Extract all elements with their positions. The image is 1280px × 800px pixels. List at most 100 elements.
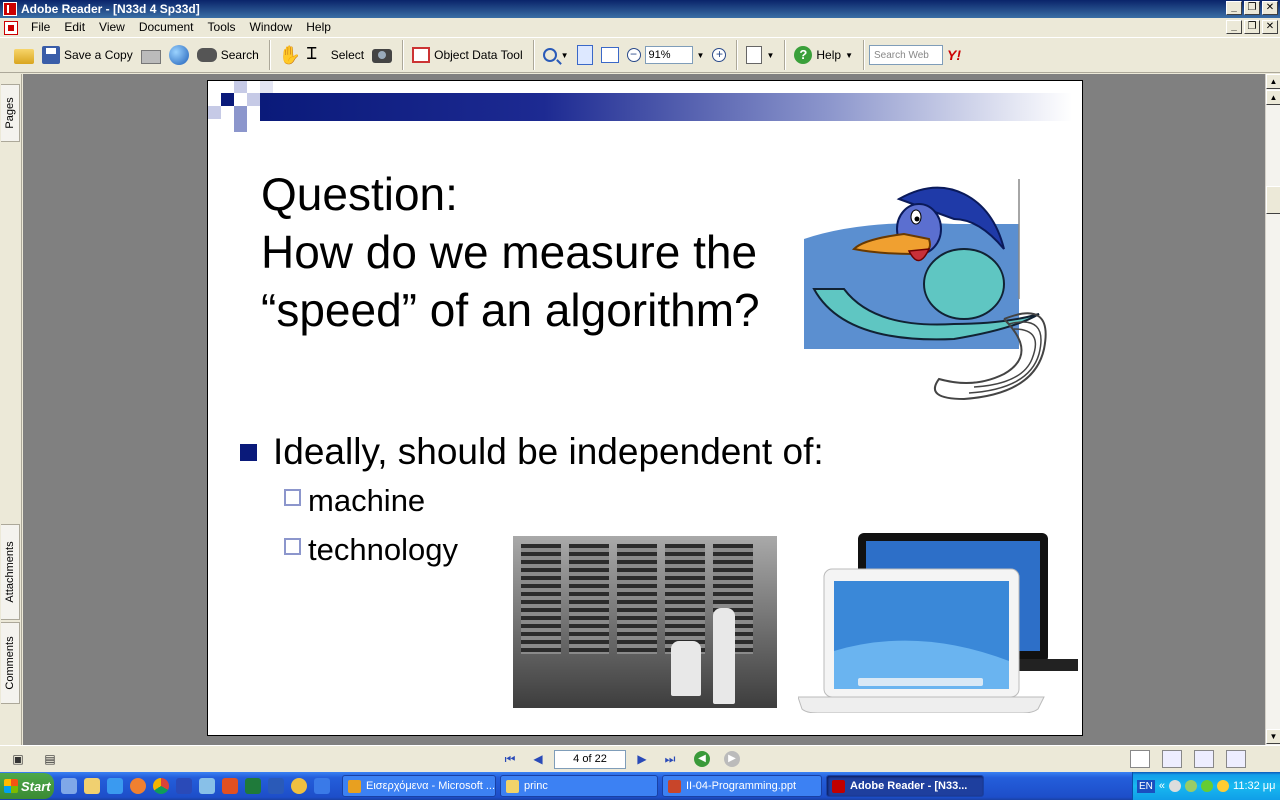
menu-edit[interactable]: Edit bbox=[57, 18, 92, 37]
restore-button[interactable]: ❐ bbox=[1244, 1, 1260, 15]
tab-pages[interactable]: Pages bbox=[1, 84, 20, 142]
previous-page-button[interactable]: ◀ bbox=[528, 749, 548, 769]
tab-comments[interactable]: Comments bbox=[1, 622, 20, 704]
last-page-button[interactable]: ⏭ bbox=[660, 749, 680, 769]
doc-restore-button[interactable]: ❐ bbox=[1244, 20, 1260, 34]
printer-icon bbox=[140, 50, 161, 64]
minimize-button[interactable]: _ bbox=[1226, 1, 1242, 15]
hollow-bullet-icon bbox=[284, 488, 301, 506]
quicklaunch-icon[interactable] bbox=[176, 778, 192, 794]
help-toolbar: ? Help ▼ bbox=[785, 40, 861, 70]
panel-toggle-button[interactable]: ▣ bbox=[8, 749, 28, 769]
zoom-out-button[interactable]: − bbox=[623, 42, 645, 68]
hand-tool-button[interactable]: ✋ bbox=[275, 42, 303, 68]
quicklaunch-icon[interactable] bbox=[84, 778, 100, 794]
email-button[interactable] bbox=[165, 42, 193, 68]
select-tool-button[interactable]: Ꮖ Select bbox=[303, 42, 368, 68]
photo-panel bbox=[617, 544, 657, 654]
document-icon[interactable] bbox=[4, 20, 18, 35]
adobe-reader-icon bbox=[832, 779, 845, 793]
tray-app-icon[interactable] bbox=[1201, 780, 1214, 792]
object-data-tool-button[interactable]: Object Data Tool bbox=[408, 42, 527, 68]
page-size-button[interactable]: ▤ bbox=[40, 749, 60, 769]
task-outlook[interactable]: Εισερχόμενα - Microsoft ... bbox=[342, 775, 496, 797]
save-copy-button[interactable]: Save a Copy bbox=[38, 42, 137, 68]
single-page-layout-button[interactable] bbox=[1130, 750, 1150, 768]
title-bar: Adobe Reader - [N33d 4 Sp33d] _ ❐ ✕ bbox=[0, 0, 1280, 18]
scrollbar-thumb[interactable] bbox=[1266, 186, 1280, 214]
scroll-down-button[interactable]: ▼ bbox=[1266, 729, 1280, 744]
facing-layout-button[interactable] bbox=[1226, 750, 1246, 768]
rotate-button[interactable]: ▼ bbox=[742, 42, 778, 68]
doc-close-button[interactable]: ✕ bbox=[1262, 20, 1278, 34]
continuous-facing-layout-button[interactable] bbox=[1194, 750, 1214, 768]
save-icon bbox=[42, 46, 60, 64]
next-page-button[interactable]: ▶ bbox=[632, 749, 652, 769]
menu-help[interactable]: Help bbox=[299, 18, 338, 37]
help-button[interactable]: ? Help ▼ bbox=[790, 42, 857, 68]
search-button[interactable]: Search bbox=[193, 42, 263, 68]
document-pane[interactable]: Question: How do we measure the “speed” … bbox=[23, 74, 1265, 745]
toolbar: Save a Copy Search ✋ Ꮖ Select Object Data… bbox=[0, 37, 1280, 73]
tab-attachments-label: Attachments bbox=[4, 541, 16, 603]
fit-width-button[interactable] bbox=[597, 42, 623, 68]
menu-window[interactable]: Window bbox=[243, 18, 300, 37]
language-indicator[interactable]: EN bbox=[1137, 779, 1155, 793]
menu-view[interactable]: View bbox=[92, 18, 132, 37]
continuous-layout-button[interactable] bbox=[1162, 750, 1182, 768]
menu-document[interactable]: Document bbox=[132, 18, 201, 37]
tray-app-icon[interactable] bbox=[1185, 780, 1198, 792]
menu-tools[interactable]: Tools bbox=[201, 18, 243, 37]
zoom-tool-button[interactable]: ▼ bbox=[539, 42, 573, 68]
help-icon: ? bbox=[794, 46, 813, 64]
page-number-field[interactable]: 4 of 22 bbox=[554, 749, 626, 769]
firefox-icon[interactable] bbox=[130, 778, 146, 794]
text-cursor-icon: Ꮖ bbox=[306, 46, 318, 63]
system-tray: EN « 11:32 μμ bbox=[1132, 772, 1280, 800]
task-powerpoint[interactable]: II-04-Programming.ppt bbox=[662, 775, 822, 797]
chevron-down-icon[interactable]: ▼ bbox=[561, 51, 569, 60]
chrome-icon[interactable] bbox=[153, 778, 169, 794]
clock-icon[interactable] bbox=[291, 778, 307, 794]
hollow-bullet-icon bbox=[284, 537, 301, 555]
previous-view-icon[interactable]: ◀ bbox=[694, 751, 710, 767]
sub-bullet-technology: technology bbox=[284, 532, 458, 568]
scroll-page-up-button[interactable]: ▲ bbox=[1266, 90, 1280, 105]
tray-clock-icon[interactable] bbox=[1217, 780, 1230, 792]
quicklaunch-icon[interactable] bbox=[314, 778, 330, 794]
excel-icon[interactable] bbox=[245, 778, 261, 794]
next-view-icon[interactable]: ▶ bbox=[724, 751, 740, 767]
scroll-up-button[interactable]: ▲ bbox=[1266, 74, 1280, 89]
fit-page-button[interactable] bbox=[573, 42, 597, 68]
menu-file[interactable]: File bbox=[24, 18, 57, 37]
yahoo-button[interactable]: Y! bbox=[943, 42, 965, 68]
first-page-button[interactable]: ⏮ bbox=[500, 749, 520, 769]
powerpoint-icon[interactable] bbox=[222, 778, 238, 794]
tab-pages-label: Pages bbox=[4, 97, 16, 129]
show-hidden-icons-button[interactable]: « bbox=[1159, 780, 1165, 792]
sub-bullet-text: technology bbox=[308, 532, 458, 567]
window-controls: _ ❐ ✕ bbox=[1226, 1, 1278, 15]
ie-icon[interactable] bbox=[107, 778, 123, 794]
chevron-down-icon: ▼ bbox=[845, 50, 853, 60]
quicklaunch-icon[interactable] bbox=[61, 778, 77, 794]
network-icon[interactable] bbox=[1169, 780, 1182, 792]
open-button[interactable] bbox=[10, 42, 38, 68]
start-button[interactable]: Start bbox=[0, 773, 54, 799]
search-web-input[interactable]: Search Web bbox=[868, 45, 943, 65]
system-clock[interactable]: 11:32 μμ bbox=[1233, 780, 1275, 792]
tab-attachments[interactable]: Attachments bbox=[1, 524, 20, 620]
word-icon[interactable] bbox=[268, 778, 284, 794]
print-button[interactable] bbox=[137, 42, 165, 68]
zoom-dropdown[interactable]: ▼ bbox=[693, 42, 709, 68]
task-adobe-reader[interactable]: Adobe Reader - [N33... bbox=[826, 775, 984, 797]
close-button[interactable]: ✕ bbox=[1262, 1, 1278, 15]
zoom-input[interactable]: 91% bbox=[644, 46, 693, 64]
task-princ-folder[interactable]: princ bbox=[500, 775, 658, 797]
doc-minimize-button[interactable]: _ bbox=[1226, 20, 1242, 34]
quicklaunch-icon[interactable] bbox=[199, 778, 215, 794]
zoom-in-button[interactable]: + bbox=[708, 42, 730, 68]
snapshot-button[interactable] bbox=[368, 42, 396, 68]
vertical-scrollbar[interactable]: ▲ ▲ ▼ bbox=[1265, 74, 1280, 745]
photo-panel bbox=[569, 544, 609, 654]
